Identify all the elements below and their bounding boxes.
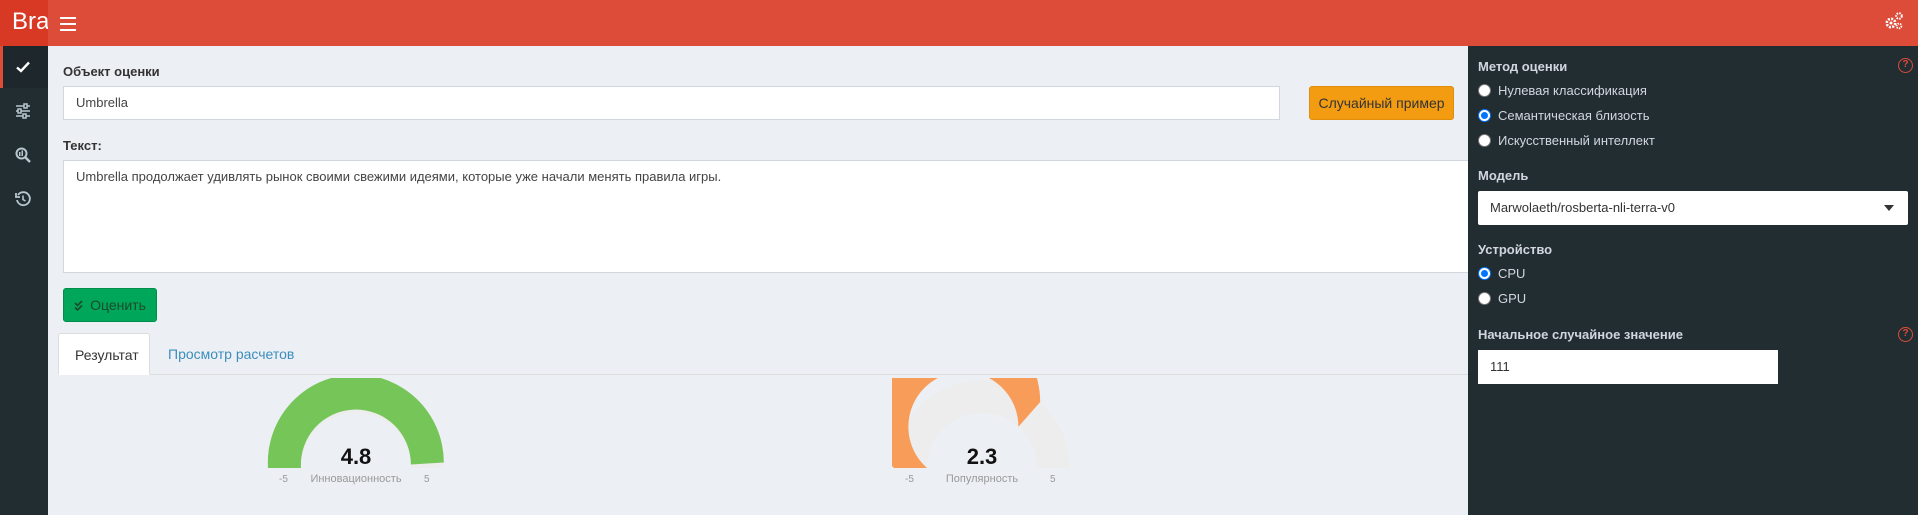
gears-icon[interactable] — [1884, 11, 1904, 31]
sidebar-item-evaluate[interactable] — [0, 46, 48, 88]
check-icon — [16, 61, 30, 73]
evaluate-button[interactable]: Оценить — [63, 288, 157, 322]
radio-button[interactable] — [1478, 292, 1491, 305]
radio-label: GPU — [1498, 291, 1527, 306]
top-header: Brand Analyzer — [0, 0, 1918, 46]
caret-down-icon — [1884, 205, 1894, 211]
radio-button[interactable] — [1478, 109, 1491, 122]
search-chart-icon — [15, 147, 31, 163]
sidebar-item-analysis[interactable] — [0, 134, 48, 176]
sliders-icon — [16, 103, 30, 119]
text-label: Текст: — [63, 138, 102, 153]
radio-button[interactable] — [1478, 134, 1491, 147]
object-input[interactable]: Umbrella — [63, 86, 1280, 120]
popularity-min: -5 — [905, 474, 914, 485]
radio-label: Нулевая классификация — [1498, 83, 1647, 98]
innovation-max: 5 — [424, 474, 430, 485]
logo-text: Brand Analyzer — [12, 8, 48, 35]
method-label: Метод оценки — [1478, 59, 1568, 74]
tab-result[interactable]: Результат — [58, 333, 150, 375]
model-select[interactable]: Marwolaeth/rosberta-nli-terra-v0 — [1478, 191, 1908, 225]
seed-help-icon[interactable]: ? — [1898, 327, 1913, 342]
result-tabs: Результат Просмотр расчетов — [58, 333, 1468, 375]
history-icon — [15, 191, 31, 207]
evaluate-button-label: Оценить — [90, 297, 146, 313]
method-help-icon[interactable]: ? — [1898, 58, 1913, 73]
device-label: Устройство — [1478, 242, 1553, 257]
popularity-label: Популярность — [945, 473, 1019, 485]
control-sidebar: Метод оценки Нулевая классификация Семан… — [1468, 46, 1918, 515]
logo[interactable]: Brand Analyzer — [0, 0, 48, 46]
text-area[interactable]: Umbrella продолжает удивлять рынок своим… — [63, 160, 1468, 273]
innovation-min: -5 — [279, 474, 288, 485]
sidebar-item-settings[interactable] — [0, 90, 48, 132]
radio-button[interactable] — [1478, 267, 1491, 280]
sidebar-item-history[interactable] — [0, 178, 48, 220]
radio-label: CPU — [1498, 266, 1526, 281]
innovation-value: 4.8 — [340, 444, 372, 469]
double-check-icon — [74, 300, 83, 312]
hamburger-icon[interactable] — [60, 13, 76, 33]
tab-calculations[interactable]: Просмотр расчетов — [152, 333, 310, 375]
random-example-button[interactable]: Случайный пример — [1309, 86, 1454, 120]
seed-input[interactable]: 111 — [1478, 350, 1778, 384]
radio-label: Искусственный интеллект — [1498, 133, 1655, 148]
left-sidebar — [0, 46, 48, 515]
seed-label: Начальное случайное значение — [1478, 327, 1683, 342]
object-label: Объект оценки — [63, 64, 160, 79]
main-content: Объект оценки Umbrella Случайный пример … — [48, 46, 1468, 515]
popularity-max: 5 — [1050, 474, 1056, 485]
innovation-label: Инновационность — [310, 473, 402, 485]
model-select-value: Marwolaeth/rosberta-nli-terra-v0 — [1490, 200, 1675, 215]
radio-button[interactable] — [1478, 84, 1491, 97]
popularity-value: 2.3 — [966, 444, 998, 469]
radio-label: Семантическая близость — [1498, 108, 1650, 123]
model-label: Модель — [1478, 168, 1529, 183]
